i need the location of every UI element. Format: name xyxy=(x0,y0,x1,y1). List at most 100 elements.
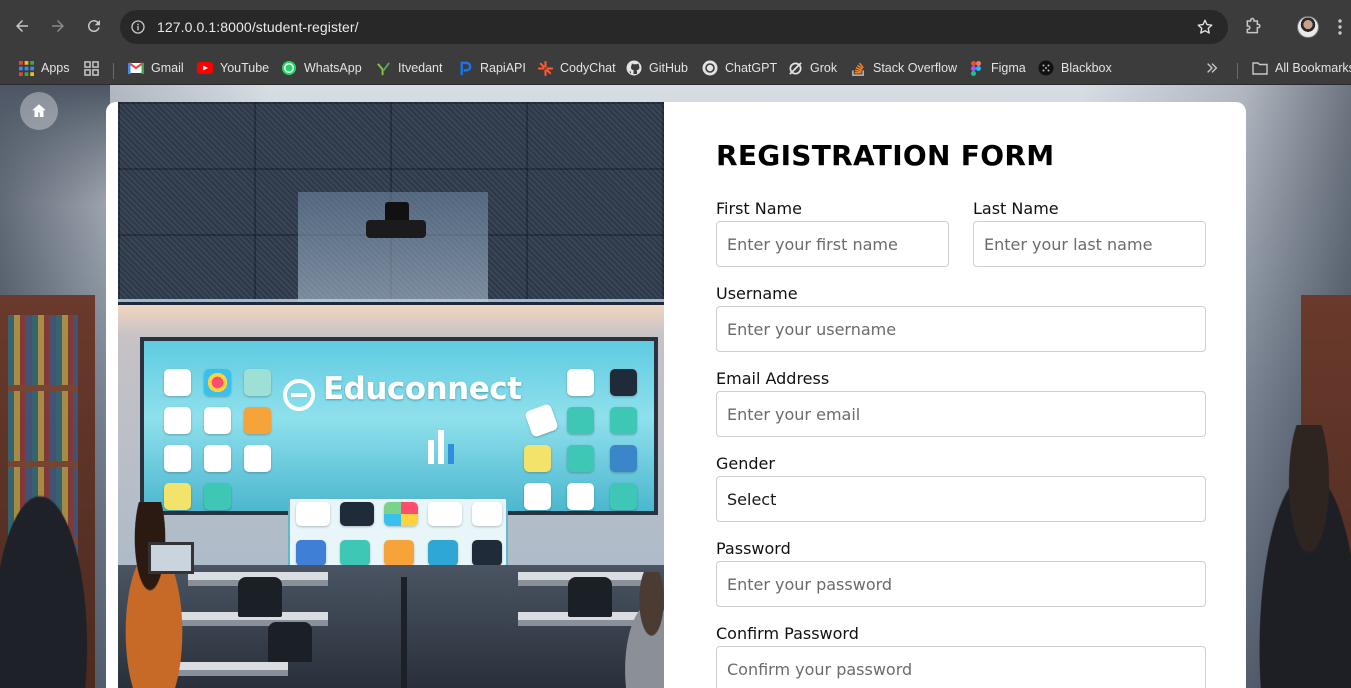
app-tile xyxy=(567,445,594,472)
bookmark-label: Stack Overflow xyxy=(873,61,958,75)
confirm-password-label: Confirm Password xyxy=(716,624,859,643)
app-tile xyxy=(164,369,191,396)
last-name-input[interactable] xyxy=(973,221,1206,267)
app-tile xyxy=(296,502,330,526)
folder-icon xyxy=(1252,60,1268,76)
bookmark-apps[interactable]: Apps xyxy=(18,57,70,79)
classroom-illustration: Educonnect xyxy=(118,102,664,688)
app-tile xyxy=(567,407,594,434)
bookmark-figma[interactable]: Figma xyxy=(968,57,1026,79)
educonnect-logo-icon xyxy=(283,379,315,411)
student-figure xyxy=(118,502,198,688)
grok-icon xyxy=(787,60,803,76)
app-tile xyxy=(164,445,191,472)
bookmark-grok[interactable]: Grok xyxy=(787,57,837,79)
extensions-puzzle-icon[interactable] xyxy=(1244,16,1264,36)
bar-chart-icon xyxy=(448,444,454,464)
password-input[interactable] xyxy=(716,561,1206,607)
email-label: Email Address xyxy=(716,369,830,388)
all-bookmarks-button[interactable]: All Bookmarks xyxy=(1252,57,1351,79)
app-tile xyxy=(204,483,231,510)
bookmark-chatgpt[interactable]: ChatGPT xyxy=(702,57,777,79)
whatsapp-icon xyxy=(281,60,297,76)
bookmark-gmail[interactable]: Gmail xyxy=(128,57,184,79)
student-figure xyxy=(613,572,664,688)
username-input[interactable] xyxy=(716,306,1206,352)
screen-stand xyxy=(401,577,407,688)
bookmark-label: Figma xyxy=(991,61,1026,75)
all-bookmarks-label: All Bookmarks xyxy=(1275,61,1351,75)
app-tile xyxy=(204,369,231,396)
app-tile xyxy=(472,540,502,566)
app-tile xyxy=(340,540,370,566)
bookmark-blackbox[interactable]: Blackbox xyxy=(1038,57,1112,79)
chair xyxy=(568,577,612,617)
profile-avatar[interactable] xyxy=(1297,16,1319,38)
chair xyxy=(238,577,282,617)
app-tile xyxy=(340,502,374,526)
first-name-input[interactable] xyxy=(716,221,949,267)
app-tile xyxy=(204,407,231,434)
background-person-left xyxy=(0,455,100,688)
bookmark-codychat[interactable]: CodyChat xyxy=(537,57,616,79)
bookmark-itvedant[interactable]: Itvedant xyxy=(375,57,442,79)
app-tile xyxy=(567,483,594,510)
bookmark-label: Grok xyxy=(810,61,838,75)
app-tile xyxy=(428,540,458,566)
apps-grid-icon xyxy=(18,60,34,76)
app-tile xyxy=(567,369,594,396)
bookmark-github[interactable]: GitHub xyxy=(626,57,688,79)
back-button[interactable] xyxy=(10,14,34,38)
chevron-double-right-icon xyxy=(1204,60,1220,76)
bar-chart-icon xyxy=(428,440,434,464)
bookmark-tab-groups[interactable] xyxy=(83,57,106,79)
bookmark-label: Itvedant xyxy=(398,61,443,75)
site-info-icon[interactable] xyxy=(130,19,146,35)
reload-icon xyxy=(87,20,100,33)
chatgpt-icon xyxy=(702,60,718,76)
last-name-label: Last Name xyxy=(973,199,1059,218)
github-icon xyxy=(626,60,642,76)
laptop xyxy=(148,542,194,574)
email-input[interactable] xyxy=(716,391,1206,437)
address-bar[interactable]: 127.0.0.1:8000/student-register/ xyxy=(120,10,1228,44)
form-title: REGISTRATION FORM xyxy=(716,139,1055,172)
bookmark-label: Gmail xyxy=(151,61,184,75)
confirm-password-input[interactable] xyxy=(716,646,1206,688)
app-tile xyxy=(204,445,231,472)
bookmark-label: Blackbox xyxy=(1061,61,1112,75)
gender-select-value: Select xyxy=(727,489,777,509)
youtube-icon xyxy=(197,60,213,76)
app-tile xyxy=(296,540,326,566)
bookmark-rapidapi[interactable]: RapiAPI xyxy=(457,57,526,79)
app-tile xyxy=(244,445,271,472)
first-name-label: First Name xyxy=(716,199,802,218)
forward-button[interactable] xyxy=(46,14,70,38)
reload-button[interactable] xyxy=(82,14,106,38)
bookmark-whatsapp[interactable]: WhatsApp xyxy=(281,57,362,79)
bookmarks-bar: Apps Gmail YouTube WhatsApp Itvedant Rap… xyxy=(0,52,1351,85)
home-button[interactable] xyxy=(20,92,58,130)
screen-brand-text: Educonnect xyxy=(323,371,522,407)
app-tile xyxy=(610,407,637,434)
app-tile xyxy=(244,407,271,434)
bookmarks-overflow-button[interactable] xyxy=(1204,57,1227,79)
bookmark-stackoverflow[interactable]: Stack Overflow xyxy=(850,57,957,79)
bookmark-star-icon[interactable] xyxy=(1196,18,1214,36)
browser-toolbar: 127.0.0.1:8000/student-register/ xyxy=(0,0,1351,52)
app-tile xyxy=(524,483,551,510)
kebab-menu-icon[interactable] xyxy=(1337,18,1343,36)
gmail-icon xyxy=(128,60,144,76)
gender-select[interactable]: Select xyxy=(716,476,1206,522)
app-tile xyxy=(610,483,637,510)
url-text[interactable]: 127.0.0.1:8000/student-register/ xyxy=(157,19,359,35)
app-tile xyxy=(524,445,551,472)
arrow-right-icon xyxy=(52,20,64,32)
stackoverflow-icon xyxy=(850,60,866,76)
figma-icon xyxy=(968,60,984,76)
bookmark-label: RapiAPI xyxy=(480,61,526,75)
app-tile xyxy=(384,502,418,526)
bookmark-youtube[interactable]: YouTube xyxy=(197,57,269,79)
app-tile xyxy=(610,445,637,472)
bookmark-label: Apps xyxy=(41,61,70,75)
